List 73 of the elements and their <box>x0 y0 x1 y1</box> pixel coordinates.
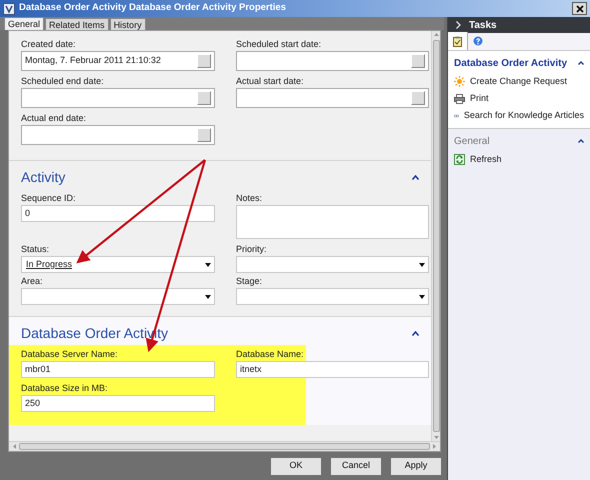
dropdown-arrow-icon <box>205 294 211 298</box>
scroll-thumb[interactable] <box>432 40 440 432</box>
vertical-scrollbar[interactable] <box>431 31 440 441</box>
dropdown-arrow-icon <box>419 294 425 298</box>
tab[interactable]: History <box>110 18 146 30</box>
calendar-button[interactable] <box>411 91 425 105</box>
dialog-button[interactable]: Apply <box>390 456 442 476</box>
dropdown-arrow-icon <box>419 262 425 266</box>
tab[interactable]: Related Items <box>45 18 109 30</box>
dialog-button[interactable]: Cancel <box>330 456 382 476</box>
text-field[interactable]: 250 <box>21 395 215 412</box>
field-label: Area: <box>21 275 44 288</box>
help-icon <box>473 36 483 46</box>
notes-field[interactable] <box>236 205 429 239</box>
close-button[interactable] <box>572 2 587 15</box>
date-field[interactable]: Montag, 7. Februar 2011 21:10:32 <box>21 51 215 71</box>
field-label: Actual end date: <box>21 112 88 125</box>
dropdown-field[interactable]: In Progress <box>21 256 215 273</box>
collapse-icon[interactable] <box>578 139 584 143</box>
group-title: Database Order Activity <box>454 56 568 70</box>
field-label: Scheduled end date: <box>21 75 105 88</box>
collapse-icon[interactable] <box>578 61 584 65</box>
calendar-button[interactable] <box>197 54 211 68</box>
pane-tab[interactable] <box>448 32 468 50</box>
field-label: Sequence ID: <box>21 192 77 205</box>
calendar-button[interactable] <box>197 91 211 105</box>
scroll-right-icon <box>432 443 438 450</box>
section-title: Activity <box>21 168 66 187</box>
field-label: Status: <box>21 243 50 256</box>
dropdown-field[interactable] <box>236 288 429 305</box>
field-label: Database Size in MB: <box>21 382 109 395</box>
field-label: Scheduled start date: <box>236 38 322 51</box>
chevron-icon <box>456 21 461 29</box>
task-link[interactable]: Refresh <box>470 152 502 166</box>
window-title: Database Order Activity Database Order Activity Properties <box>19 1 286 16</box>
field-label: Database Server Name: <box>21 348 119 361</box>
close-icon <box>576 4 584 12</box>
field-label: Database Name: <box>236 348 305 361</box>
text-field[interactable]: mbr01 <box>21 361 215 378</box>
collapse-icon[interactable] <box>412 330 419 336</box>
task-link[interactable]: Print <box>470 92 489 106</box>
link-icon <box>454 112 459 118</box>
date-field[interactable] <box>236 51 429 71</box>
dropdown-field[interactable] <box>21 288 215 305</box>
text-field[interactable]: 0 <box>21 205 215 222</box>
printer-icon <box>454 94 465 104</box>
task-link[interactable]: Create Change Request <box>470 74 568 88</box>
group-title: General <box>454 134 490 148</box>
tasks-title: Tasks <box>469 18 497 32</box>
field-label: Created date: <box>21 38 77 51</box>
text-field[interactable]: itnetx <box>236 361 429 378</box>
date-field[interactable] <box>21 125 215 145</box>
task-link[interactable]: Search for Knowledge Articles <box>464 108 584 122</box>
collapse-icon[interactable] <box>412 174 419 180</box>
refresh-icon <box>454 154 465 165</box>
field-label: Priority: <box>236 243 268 256</box>
calendar-button[interactable] <box>411 54 425 68</box>
sun-icon <box>454 76 465 87</box>
window-icon <box>3 2 15 14</box>
dialog-button[interactable]: OK <box>270 456 322 476</box>
field-label: Actual start date: <box>236 75 305 88</box>
scroll-left-icon <box>11 443 17 450</box>
date-field[interactable] <box>236 88 429 108</box>
tab[interactable]: General <box>4 17 44 30</box>
dropdown-arrow-icon <box>205 262 211 266</box>
date-field[interactable] <box>21 88 215 108</box>
horizontal-scrollbar[interactable] <box>9 441 440 451</box>
field-label: Stage: <box>236 275 264 288</box>
calendar-button[interactable] <box>197 128 211 142</box>
clipboard-icon <box>453 36 462 46</box>
scroll-thumb[interactable] <box>19 443 430 450</box>
dropdown-field[interactable] <box>236 256 429 273</box>
field-label: Notes: <box>236 192 264 205</box>
